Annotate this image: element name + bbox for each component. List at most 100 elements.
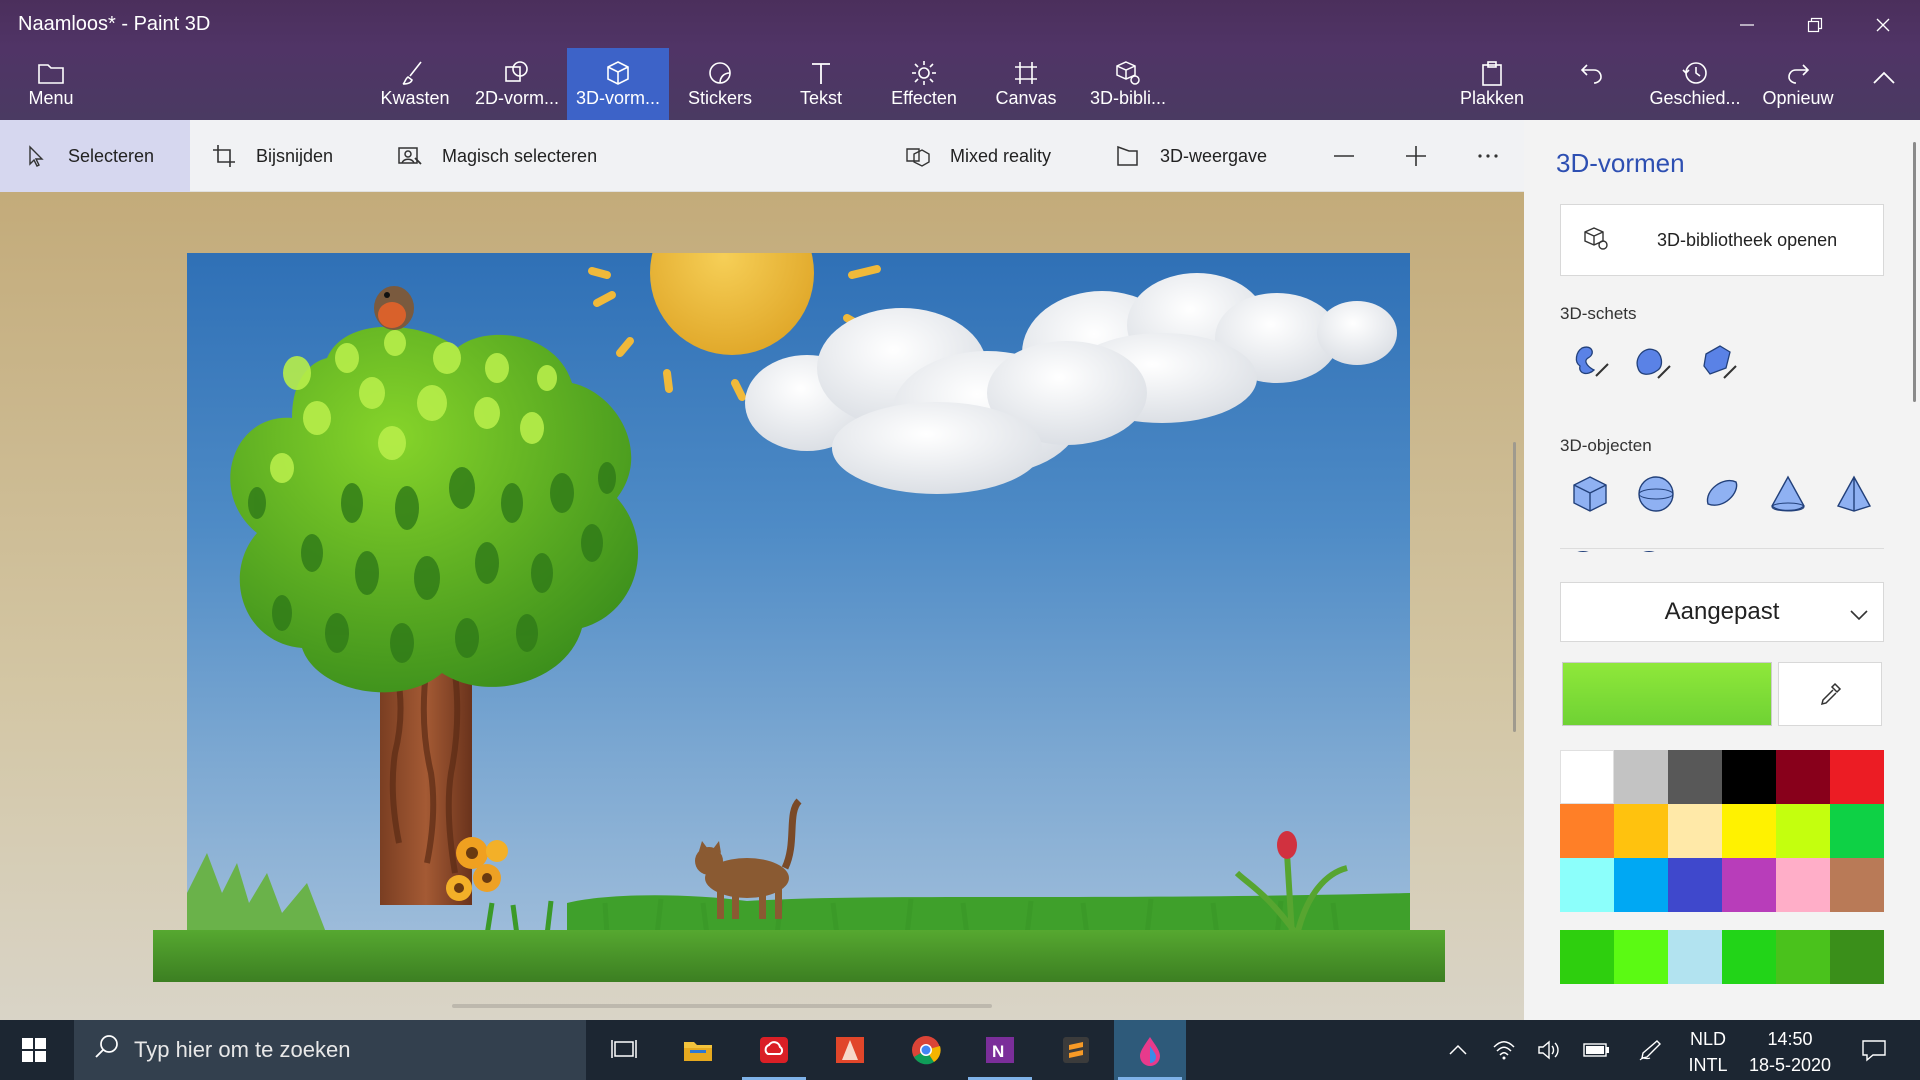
notifications-button[interactable]: [1846, 1020, 1902, 1080]
sketch-soft-icon[interactable]: [1628, 338, 1676, 386]
color-swatch[interactable]: [1614, 750, 1668, 804]
tool-2d-shapes[interactable]: 2D-vorm...: [470, 48, 564, 120]
color-swatch[interactable]: [1722, 750, 1776, 804]
crop-button[interactable]: Bijsnijden: [210, 120, 360, 192]
hemisphere-icon[interactable]: [1698, 470, 1746, 518]
color-swatch[interactable]: [1668, 804, 1722, 858]
sketch-tube-icon[interactable]: [1694, 338, 1742, 386]
magic-select-label: Magisch selecteren: [442, 145, 598, 166]
cone-icon[interactable]: [1764, 470, 1812, 518]
horizontal-scrollbar[interactable]: [452, 1004, 992, 1008]
panel-scrollbar[interactable]: [1913, 142, 1916, 402]
pen-tray-button[interactable]: [1628, 1020, 1672, 1080]
color-swatch[interactable]: [1722, 804, 1776, 858]
start-button[interactable]: [12, 1034, 56, 1066]
onenote-app[interactable]: N: [964, 1020, 1036, 1080]
minus-icon: [1334, 155, 1354, 157]
file-explorer-app[interactable]: [662, 1020, 734, 1080]
color-swatch[interactable]: [1614, 930, 1668, 984]
3d-shapes-icon: [604, 58, 632, 88]
color-swatch[interactable]: [1776, 930, 1830, 984]
wifi-tray-button[interactable]: [1484, 1020, 1524, 1080]
color-swatch[interactable]: [1560, 750, 1614, 804]
color-swatch[interactable]: [1668, 858, 1722, 912]
more-options-button[interactable]: [1470, 120, 1506, 192]
paint-3d-icon: [1140, 1037, 1160, 1066]
volume-tray-button[interactable]: [1528, 1020, 1568, 1080]
3d-view-button[interactable]: 3D-weergave: [1114, 120, 1284, 192]
select-button[interactable]: Selecteren: [0, 120, 190, 192]
menu-button[interactable]: Menu: [14, 48, 88, 120]
close-button[interactable]: [1858, 8, 1908, 42]
taskbar-search[interactable]: Typ hier om te zoeken: [74, 1020, 586, 1080]
chevron-up-icon: [1873, 71, 1895, 84]
zoom-in-button[interactable]: [1398, 120, 1434, 192]
magic-select-icon: [396, 142, 424, 170]
show-hidden-icons-button[interactable]: [1440, 1020, 1476, 1080]
color-swatch[interactable]: [1614, 858, 1668, 912]
tool-stickers[interactable]: Stickers: [676, 48, 764, 120]
minimize-icon: [1740, 24, 1754, 26]
color-swatch[interactable]: [1830, 858, 1884, 912]
paste-button[interactable]: Plakken: [1450, 48, 1534, 120]
paint-3d-app[interactable]: [1114, 1020, 1186, 1080]
tool-text[interactable]: Tekst: [776, 48, 866, 120]
color-swatch[interactable]: [1560, 858, 1614, 912]
affinity-app[interactable]: [814, 1020, 886, 1080]
color-swatch[interactable]: [1614, 804, 1668, 858]
color-swatch[interactable]: [1776, 804, 1830, 858]
crop-label: Bijsnijden: [256, 145, 334, 166]
tool-effects[interactable]: Effecten: [878, 48, 970, 120]
color-swatch[interactable]: [1722, 858, 1776, 912]
magic-select-button[interactable]: Magisch selecteren: [396, 120, 616, 192]
clock[interactable]: 14:50 18-5-2020: [1740, 1026, 1840, 1078]
3d-objects-label: 3D-objecten: [1560, 436, 1652, 455]
paste-label: Plakken: [1459, 88, 1525, 108]
tool-canvas[interactable]: Canvas: [982, 48, 1070, 120]
eyedropper-button[interactable]: [1778, 662, 1882, 726]
task-view-button[interactable]: [588, 1020, 660, 1080]
sublime-text-app[interactable]: [1040, 1020, 1112, 1080]
creative-cloud-app[interactable]: [738, 1020, 810, 1080]
restore-button[interactable]: [1790, 8, 1840, 42]
color-swatch[interactable]: [1722, 930, 1776, 984]
cursor-icon: [22, 142, 50, 170]
zoom-out-button[interactable]: [1326, 120, 1362, 192]
color-swatch[interactable]: [1830, 804, 1884, 858]
taskbar: Typ hier om te zoeken N NLD INTL 14:50 1…: [0, 1020, 1920, 1080]
chevron-up-icon: [1449, 1044, 1467, 1055]
redo-label: Opnieuw: [1762, 88, 1834, 108]
tool-3d-library[interactable]: 3D-bibli...: [1080, 48, 1176, 120]
color-swatch[interactable]: [1668, 750, 1722, 804]
cube-icon[interactable]: [1566, 470, 1614, 518]
mixed-reality-button[interactable]: Mixed reality: [904, 120, 1074, 192]
canvas[interactable]: [187, 253, 1410, 935]
color-swatch[interactable]: [1776, 858, 1830, 912]
sketch-sharp-icon[interactable]: [1566, 338, 1614, 386]
color-swatch[interactable]: [1560, 804, 1614, 858]
battery-tray-button[interactable]: [1574, 1020, 1618, 1080]
input-language-indicator[interactable]: NLD INTL: [1686, 1026, 1730, 1078]
sphere-icon[interactable]: [1632, 470, 1680, 518]
tool-brushes[interactable]: Kwasten: [374, 48, 456, 120]
color-swatch[interactable]: [1560, 930, 1614, 984]
clipboard-icon: [1478, 58, 1506, 88]
color-swatch[interactable]: [1668, 930, 1722, 984]
current-color-swatch[interactable]: [1562, 662, 1772, 726]
redo-button[interactable]: Opnieuw: [1756, 48, 1840, 120]
pen-icon: [1639, 1040, 1661, 1061]
pyramid-icon[interactable]: [1830, 470, 1878, 518]
color-swatch[interactable]: [1830, 930, 1884, 984]
tool-3d-shapes[interactable]: 3D-vorm...: [567, 48, 669, 120]
material-dropdown[interactable]: Aangepast: [1560, 582, 1884, 642]
chrome-app[interactable]: [890, 1020, 962, 1080]
color-swatch[interactable]: [1830, 750, 1884, 804]
history-button[interactable]: Geschied...: [1646, 48, 1744, 120]
tool-label: 3D-vorm...: [575, 88, 660, 108]
undo-button[interactable]: [1566, 48, 1618, 120]
color-swatch[interactable]: [1776, 750, 1830, 804]
open-3d-library-button[interactable]: 3D-bibliotheek openen: [1560, 204, 1884, 276]
minimize-button[interactable]: [1722, 8, 1772, 42]
vertical-scrollbar[interactable]: [1513, 442, 1516, 732]
collapse-ribbon-button[interactable]: [1862, 48, 1906, 120]
